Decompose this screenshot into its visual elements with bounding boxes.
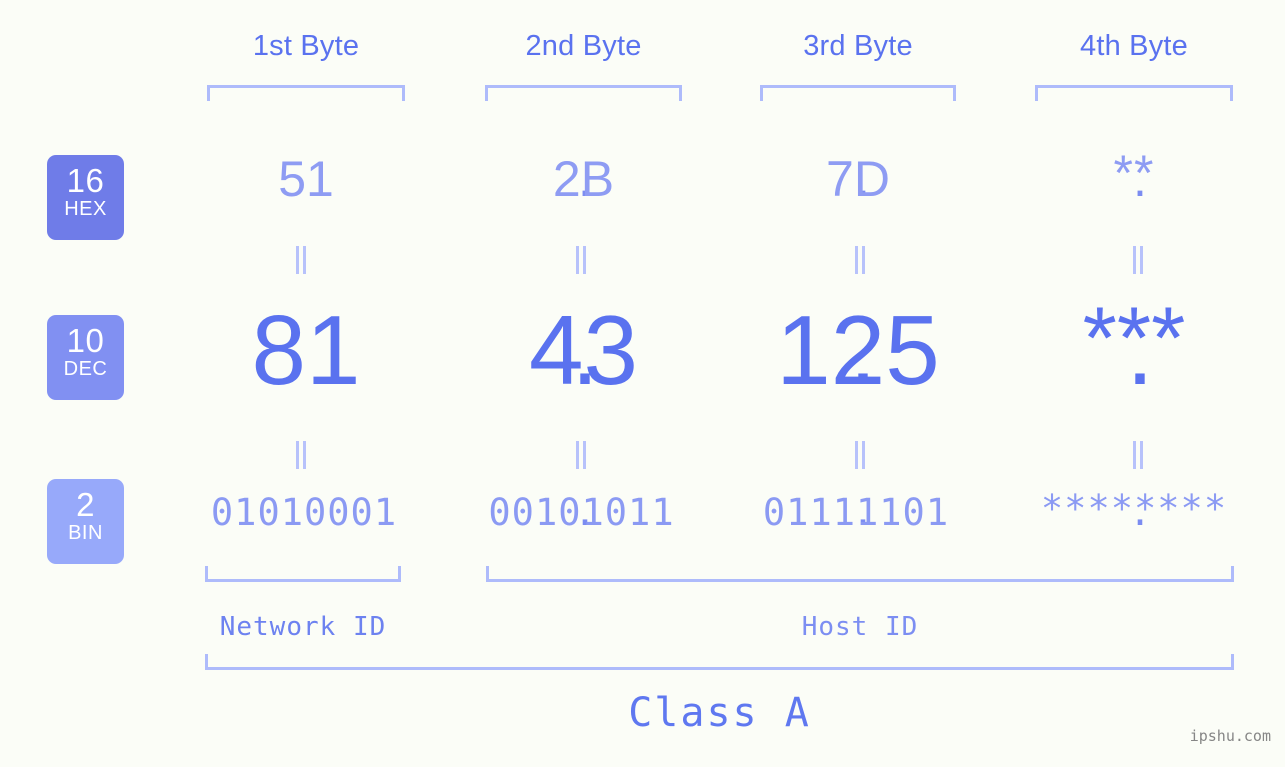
dec-byte-4: *** xyxy=(1082,288,1186,387)
base-badge-hex: 16 HEX xyxy=(47,155,124,240)
byte-header-3: 3rd Byte xyxy=(803,30,913,62)
bin-byte-1: 01010001 xyxy=(210,491,398,534)
dec-byte-3: 125 xyxy=(776,295,940,405)
hex-byte-1: 51 xyxy=(278,151,334,207)
byte-bracket-4 xyxy=(1035,85,1233,101)
equals-mark-dec-bin-4 xyxy=(1128,441,1148,469)
equals-mark-hex-dec-1 xyxy=(291,246,311,274)
dec-byte-2: 43 xyxy=(528,295,638,405)
network-id-bracket xyxy=(205,566,401,582)
base-badge-bin: 2 BIN xyxy=(47,479,124,564)
site-watermark: ipshu.com xyxy=(1189,727,1271,745)
hex-byte-2: 2B xyxy=(552,151,615,207)
hex-byte-4: ** xyxy=(1113,145,1155,201)
ip-class-label: Class A xyxy=(628,690,811,736)
ip-breakdown-diagram: 1st Byte 2nd Byte 3rd Byte 4th Byte 16 H… xyxy=(0,0,1285,767)
bin-byte-2: 00101011 xyxy=(488,491,675,534)
byte-header-1: 1st Byte xyxy=(252,30,360,62)
host-id-label: Host ID xyxy=(801,612,919,642)
equals-mark-hex-dec-3 xyxy=(850,246,870,274)
host-id-bracket xyxy=(486,566,1234,582)
bin-value-row: 01010001 . 00101011 . 01111101 . *******… xyxy=(150,487,1285,550)
class-bracket xyxy=(205,654,1234,670)
byte-bracket-3 xyxy=(760,85,956,101)
base-badge-dec: 10 DEC xyxy=(47,315,124,400)
hex-value-row: 51 . 2B . 7D . ** xyxy=(150,145,1285,230)
base-badge-bin-number: 2 xyxy=(76,486,95,523)
byte-header-4: 4th Byte xyxy=(1080,30,1188,62)
equals-mark-dec-bin-3 xyxy=(850,441,870,469)
base-badge-bin-name: BIN xyxy=(68,522,103,544)
base-badge-hex-name: HEX xyxy=(64,198,107,220)
base-badge-dec-name: DEC xyxy=(63,358,108,380)
byte-bracket-2 xyxy=(485,85,682,101)
base-badge-dec-number: 10 xyxy=(66,322,105,359)
byte-bracket-1 xyxy=(207,85,405,101)
base-badge-hex-number: 16 xyxy=(66,162,105,199)
equals-mark-dec-bin-1 xyxy=(291,441,311,469)
equals-mark-hex-dec-4 xyxy=(1128,246,1148,274)
network-id-label: Network ID xyxy=(219,612,387,642)
bin-byte-4: ******** xyxy=(1040,487,1228,530)
byte-header-2: 2nd Byte xyxy=(525,30,642,62)
equals-mark-hex-dec-2 xyxy=(571,246,591,274)
bin-byte-3: 01111101 xyxy=(762,491,950,534)
dec-value-row: 81 . 43 . 125 . *** xyxy=(150,288,1285,410)
hex-byte-3: 7D xyxy=(826,151,890,207)
equals-mark-dec-bin-2 xyxy=(571,441,591,469)
dec-byte-1: 81 xyxy=(251,295,361,405)
